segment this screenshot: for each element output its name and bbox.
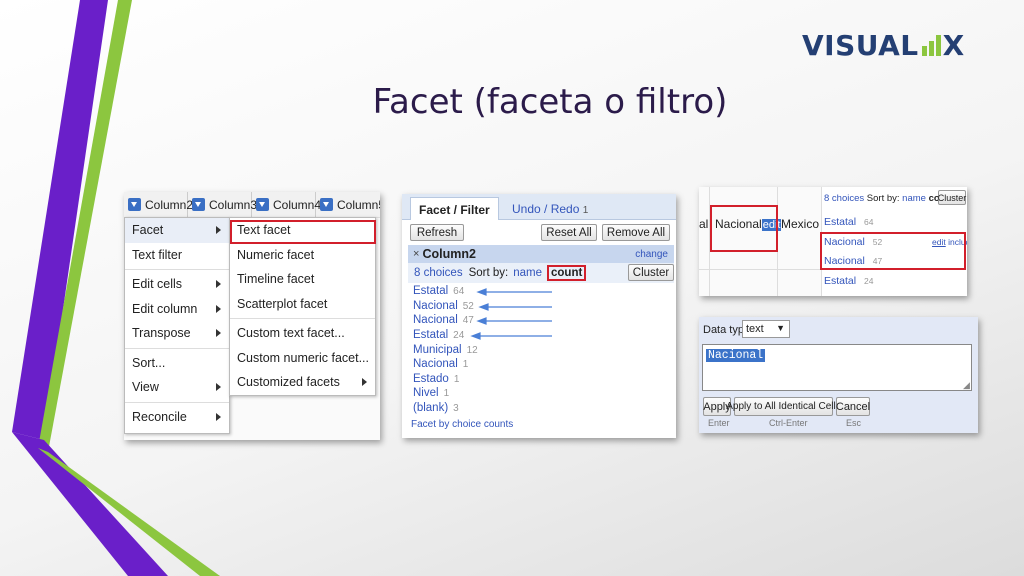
submenu-arrow-icon (216, 226, 221, 234)
column-header[interactable]: Column3 (188, 192, 257, 217)
submenu-arrow-icon (216, 329, 221, 337)
menu-separator (230, 318, 375, 319)
submenu-arrow-icon (362, 378, 367, 386)
logo-text-right: X (942, 28, 965, 62)
cancel-button[interactable]: Cancel (836, 397, 870, 416)
column-header[interactable]: Column4 (252, 192, 321, 217)
submenu-item-numeric-facet[interactable]: Numeric facet (230, 243, 375, 268)
submenu-item-timeline-facet[interactable]: Timeline facet (230, 267, 375, 292)
column-menu-screenshot: Column2 Column3 Column4 Column5 Facet Te… (124, 192, 380, 440)
column-context-menu: Facet Text filter Edit cells Edit column… (124, 217, 230, 434)
submenu-arrow-icon (216, 412, 221, 421)
menu-item-facet[interactable]: Facet (125, 218, 229, 243)
mini-facet-choice[interactable]: Estatal 64 (824, 216, 874, 228)
cell-next-value: Mexico (781, 217, 820, 231)
highlight-nacional-rows (820, 232, 966, 270)
menu-item-edit-cells[interactable]: Edit cells (125, 272, 229, 297)
submenu-item-customized-facets[interactable]: Customized facets (230, 370, 375, 395)
logo-text-left: VISUAL (802, 28, 919, 62)
submenu-item-scatterplot-facet[interactable]: Scatterplot facet (230, 292, 375, 317)
logo-bars-icon (921, 34, 941, 56)
menu-separator (125, 347, 229, 349)
column-header[interactable]: Column5 (316, 192, 380, 217)
submenu-arrow-icon (216, 280, 221, 288)
menu-separator (125, 269, 229, 270)
submenu-arrow-icon (216, 383, 221, 391)
column-header-row: Column2 Column3 Column4 Column5 (124, 192, 380, 218)
selected-text: Nacional (706, 349, 766, 362)
visualmx-logo: VISUAL X (802, 28, 965, 62)
mini-facet-choice[interactable]: Estatal 24 (824, 275, 874, 287)
mini-sort-label: Sort by: (866, 193, 900, 204)
dropdown-arrow-icon[interactable] (192, 198, 205, 211)
dropdown-arrow-icon[interactable] (128, 198, 141, 211)
menu-separator (125, 401, 229, 403)
select-arrow-icon: ▼ (776, 323, 785, 333)
menu-item-edit-column[interactable]: Edit column (125, 297, 229, 322)
purple-stripe-bottom (12, 432, 168, 576)
facet-panel-screenshot: Facet / Filter Undo / Redo 1 Refresh Res… (402, 194, 676, 438)
apply-all-button[interactable]: Apply to All Identical Cells (726, 397, 841, 416)
edit-cell-dialog-screenshot: Data type: text ▼ Nacional Apply Apply t… (699, 317, 978, 433)
apply-hint: Enter (708, 418, 730, 428)
menu-item-transpose[interactable]: Transpose (125, 321, 229, 346)
submenu-item-custom-numeric-facet[interactable]: Custom numeric facet... (230, 346, 375, 371)
menu-item-text-filter[interactable]: Text filter (125, 243, 229, 268)
mini-cluster-button[interactable]: Cluster (938, 190, 966, 205)
dropdown-arrow-icon[interactable] (320, 198, 333, 211)
submenu-arrow-icon (216, 304, 221, 313)
mini-sort-name[interactable]: name (902, 193, 926, 204)
menu-item-sort[interactable]: Sort... (125, 351, 229, 376)
data-type-select[interactable]: text ▼ (742, 320, 790, 338)
submenu-item-custom-text-facet[interactable]: Custom text facet... (230, 321, 375, 346)
column-header[interactable]: Column2 (124, 192, 193, 217)
cancel-hint: Esc (846, 418, 862, 428)
cell-fragment: al (699, 217, 709, 231)
cell-value-textarea[interactable]: Nacional (702, 344, 972, 391)
annotation-arrows (470, 288, 552, 340)
slide-title: Facet (faceta o filtro) (372, 82, 728, 122)
facet-by-choice-counts-link[interactable]: Facet by choice counts (411, 419, 513, 430)
resize-grip-icon[interactable]: ◢ (963, 380, 970, 391)
highlight-text-facet (230, 220, 376, 244)
dropdown-arrow-icon[interactable] (256, 198, 269, 211)
menu-item-view[interactable]: View (125, 375, 229, 400)
highlight-cell (710, 205, 778, 252)
menu-item-reconcile[interactable]: Reconcile (125, 405, 229, 430)
cell-edit-screenshot: al Nacionaledit Mexico 8 choices Sort by… (699, 187, 967, 296)
mini-choices-count: 8 choices (824, 193, 865, 204)
apply-all-hint: Ctrl-Enter (769, 418, 808, 428)
